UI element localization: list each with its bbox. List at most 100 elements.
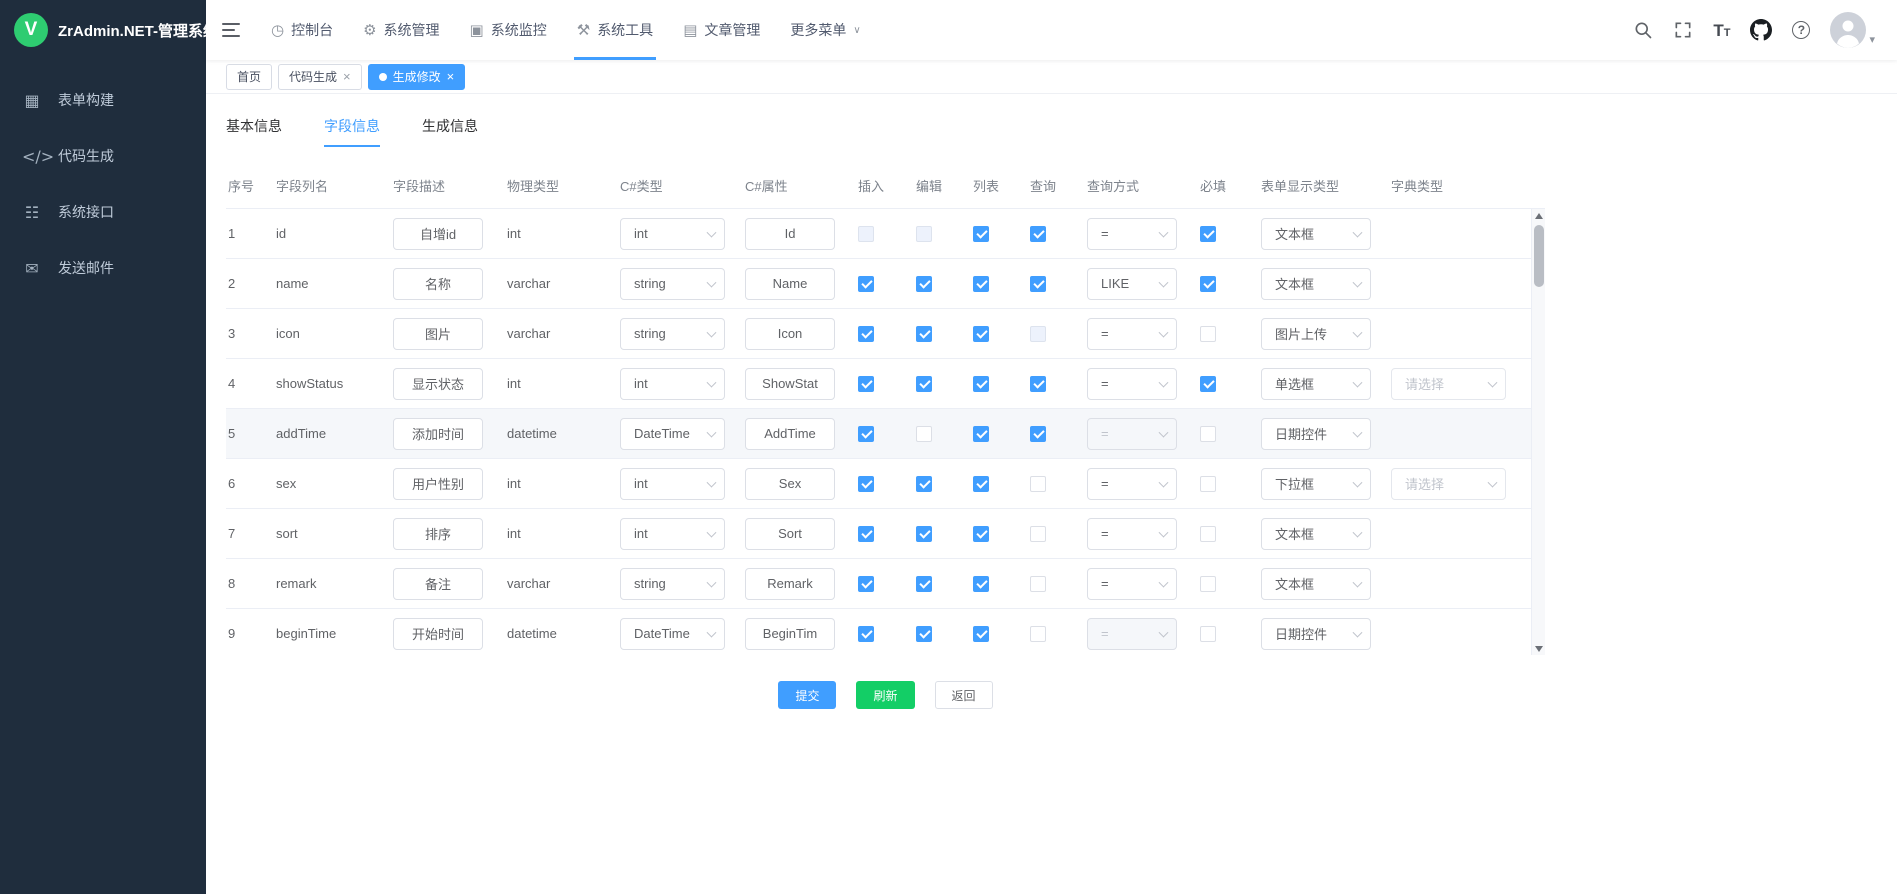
required-checkbox[interactable]: [1200, 476, 1216, 492]
query-checkbox[interactable]: [1030, 626, 1046, 642]
edit-checkbox[interactable]: [916, 626, 932, 642]
nav-item-article-manage[interactable]: ▤文章管理: [668, 0, 775, 60]
csharp-type-select[interactable]: int: [620, 368, 725, 400]
insert-checkbox[interactable]: [858, 626, 874, 642]
csharp-property-input[interactable]: Remark: [745, 568, 835, 600]
nav-item-system-tools[interactable]: ⚒系统工具: [562, 0, 668, 60]
insert-checkbox[interactable]: [858, 576, 874, 592]
field-description-input[interactable]: 自增id: [393, 218, 483, 250]
tab-basic-info[interactable]: 基本信息: [226, 110, 282, 147]
font-size-icon[interactable]: TT: [1713, 22, 1730, 39]
field-description-input[interactable]: 用户性别: [393, 468, 483, 500]
help-icon[interactable]: ?: [1792, 21, 1810, 39]
back-button[interactable]: 返回: [935, 681, 993, 709]
edit-checkbox[interactable]: [916, 426, 932, 442]
list-checkbox[interactable]: [973, 426, 989, 442]
query-mode-select[interactable]: =: [1087, 518, 1177, 550]
query-checkbox[interactable]: [1030, 276, 1046, 292]
nav-item-system-monitor[interactable]: ▣系统监控: [455, 0, 562, 60]
csharp-type-select[interactable]: int: [620, 218, 725, 250]
display-type-select[interactable]: 下拉框: [1261, 468, 1371, 500]
field-description-input[interactable]: 名称: [393, 268, 483, 300]
sidebar-item-system-api[interactable]: ☷系统接口: [0, 184, 206, 240]
edit-checkbox[interactable]: [916, 476, 932, 492]
scrollbar-up-arrow[interactable]: [1532, 209, 1545, 223]
csharp-property-input[interactable]: Id: [745, 218, 835, 250]
csharp-property-input[interactable]: AddTime: [745, 418, 835, 450]
csharp-type-select[interactable]: string: [620, 268, 725, 300]
user-avatar[interactable]: ▾: [1830, 12, 1875, 48]
query-mode-select[interactable]: =: [1087, 218, 1177, 250]
query-mode-select[interactable]: =: [1087, 368, 1177, 400]
list-checkbox[interactable]: [973, 226, 989, 242]
tab-field-info[interactable]: 字段信息: [324, 110, 380, 147]
csharp-property-input[interactable]: BeginTim: [745, 618, 835, 650]
field-description-input[interactable]: 图片: [393, 318, 483, 350]
csharp-type-select[interactable]: string: [620, 568, 725, 600]
edit-checkbox[interactable]: [916, 376, 932, 392]
insert-checkbox[interactable]: [858, 426, 874, 442]
edit-checkbox[interactable]: [916, 526, 932, 542]
sidebar-item-form-build[interactable]: ▦表单构建: [0, 72, 206, 128]
field-description-input[interactable]: 备注: [393, 568, 483, 600]
required-checkbox[interactable]: [1200, 226, 1216, 242]
list-checkbox[interactable]: [973, 626, 989, 642]
close-icon[interactable]: ×: [447, 70, 455, 83]
display-type-select[interactable]: 图片上传: [1261, 318, 1371, 350]
field-description-input[interactable]: 排序: [393, 518, 483, 550]
refresh-button[interactable]: 刷新: [856, 681, 914, 709]
query-checkbox[interactable]: [1030, 576, 1046, 592]
field-description-input[interactable]: 开始时间: [393, 618, 483, 650]
edit-checkbox[interactable]: [916, 326, 932, 342]
display-type-select[interactable]: 文本框: [1261, 218, 1371, 250]
field-description-input[interactable]: 添加时间: [393, 418, 483, 450]
nav-item-more-menu[interactable]: 更多菜单∨: [775, 0, 875, 60]
csharp-type-select[interactable]: DateTime: [620, 418, 725, 450]
list-checkbox[interactable]: [973, 576, 989, 592]
required-checkbox[interactable]: [1200, 326, 1216, 342]
query-checkbox[interactable]: [1030, 426, 1046, 442]
list-checkbox[interactable]: [973, 326, 989, 342]
nav-item-dashboard[interactable]: ◷控制台: [256, 0, 348, 60]
query-checkbox[interactable]: [1030, 476, 1046, 492]
required-checkbox[interactable]: [1200, 276, 1216, 292]
display-type-select[interactable]: 单选框: [1261, 368, 1371, 400]
list-checkbox[interactable]: [973, 476, 989, 492]
display-type-select[interactable]: 文本框: [1261, 518, 1371, 550]
submit-button[interactable]: 提交: [778, 681, 836, 709]
csharp-property-input[interactable]: Sort: [745, 518, 835, 550]
insert-checkbox[interactable]: [858, 526, 874, 542]
csharp-type-select[interactable]: int: [620, 518, 725, 550]
csharp-property-input[interactable]: Sex: [745, 468, 835, 500]
insert-checkbox[interactable]: [858, 276, 874, 292]
field-description-input[interactable]: 显示状态: [393, 368, 483, 400]
query-mode-select[interactable]: LIKE: [1087, 268, 1177, 300]
sidebar-item-code-gen[interactable]: </>代码生成: [0, 128, 206, 184]
query-checkbox[interactable]: [1030, 526, 1046, 542]
required-checkbox[interactable]: [1200, 426, 1216, 442]
sidebar-item-send-mail[interactable]: ✉发送邮件: [0, 240, 206, 296]
close-icon[interactable]: ×: [343, 70, 351, 83]
github-icon[interactable]: [1750, 19, 1772, 41]
search-icon[interactable]: [1633, 20, 1653, 40]
csharp-property-input[interactable]: ShowStat: [745, 368, 835, 400]
sidebar-toggle-button[interactable]: [206, 0, 256, 60]
csharp-type-select[interactable]: int: [620, 468, 725, 500]
display-type-select[interactable]: 文本框: [1261, 268, 1371, 300]
required-checkbox[interactable]: [1200, 376, 1216, 392]
dict-type-select[interactable]: 请选择: [1391, 468, 1506, 500]
edit-checkbox[interactable]: [916, 276, 932, 292]
query-checkbox[interactable]: [1030, 226, 1046, 242]
csharp-property-input[interactable]: Icon: [745, 318, 835, 350]
scrollbar-down-arrow[interactable]: [1532, 641, 1545, 655]
required-checkbox[interactable]: [1200, 576, 1216, 592]
list-checkbox[interactable]: [973, 376, 989, 392]
query-mode-select[interactable]: =: [1087, 318, 1177, 350]
tab-gen-info[interactable]: 生成信息: [422, 110, 478, 147]
dict-type-select[interactable]: 请选择: [1391, 368, 1506, 400]
query-mode-select[interactable]: =: [1087, 568, 1177, 600]
query-mode-select[interactable]: =: [1087, 468, 1177, 500]
fullscreen-icon[interactable]: [1673, 20, 1693, 40]
insert-checkbox[interactable]: [858, 376, 874, 392]
csharp-type-select[interactable]: string: [620, 318, 725, 350]
